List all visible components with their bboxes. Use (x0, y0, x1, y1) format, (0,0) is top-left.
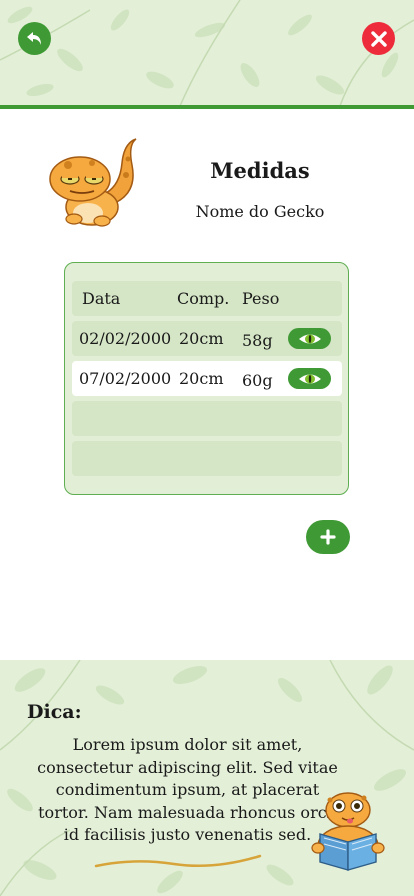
column-header-length: Comp. (177, 289, 230, 308)
decorative-underline (94, 854, 262, 868)
tip-text: Lorem ipsum dolor sit amet, consectetur … (20, 734, 355, 847)
header-background (0, 0, 414, 106)
tip-line: Lorem ipsum dolor sit amet, (72, 735, 303, 754)
back-button[interactable] (18, 22, 51, 55)
page-title: Medidas (210, 158, 310, 183)
tip-line: consectetur adipiscing elit. Sed vitae (37, 757, 338, 777)
table-row: 02/02/2000 20cm 58g (72, 321, 342, 356)
column-header-weight: Peso (242, 289, 280, 308)
cell-weight: 58g (242, 331, 273, 350)
gecko-reading-illustration (311, 792, 385, 871)
table-row-empty (72, 401, 342, 436)
eye-icon (298, 334, 321, 343)
tip-line: condimentum ipsum, at placerat (55, 780, 320, 799)
tip-line: tortor. Nam malesuada rhoncus orci, (38, 802, 337, 822)
table-row: 07/02/2000 20cm 60g (72, 361, 342, 396)
header-divider (0, 105, 414, 109)
measurements-table: Data Comp. Peso 02/02/2000 20cm 58g 07/0… (64, 262, 349, 495)
tip-line: id facilisis justo venenatis sed. (63, 825, 312, 844)
eye-icon (298, 374, 321, 383)
back-arrow-icon (26, 31, 41, 45)
table-header-row: Data Comp. Peso (72, 281, 342, 316)
view-measurement-button[interactable] (288, 368, 331, 389)
gecko-name: Nome do Gecko (195, 202, 325, 221)
column-header-date: Data (82, 289, 121, 308)
cell-date: 07/02/2000 (79, 369, 172, 388)
view-measurement-button[interactable] (288, 328, 331, 349)
close-icon (370, 30, 387, 47)
cell-weight: 60g (242, 371, 273, 390)
tip-title: Dica: (27, 701, 82, 723)
cell-length: 20cm (179, 369, 224, 388)
cell-date: 02/02/2000 (79, 329, 172, 348)
close-button[interactable] (362, 22, 395, 55)
cell-length: 20cm (179, 329, 224, 348)
table-row-empty (72, 441, 342, 476)
leaf-pattern (0, 0, 414, 106)
add-measurement-button[interactable] (306, 520, 350, 554)
plus-icon (320, 529, 336, 545)
gecko-mascot-illustration (49, 138, 137, 227)
